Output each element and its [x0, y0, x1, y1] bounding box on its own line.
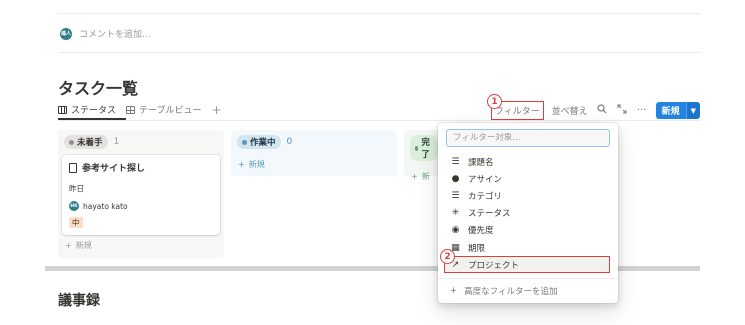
filter-option-priority[interactable]: ◉ 優先度: [438, 222, 618, 239]
annotation-badge-1: 1: [487, 94, 502, 109]
tab-label: ステータス: [71, 106, 117, 116]
annotation-badge-2: 2: [440, 249, 455, 264]
view-toolbar: フィルター 並べ替え ··· 新規 ▼: [490, 101, 700, 120]
avatar: 鳩人: [60, 27, 72, 40]
assignee-name: hayato kato: [83, 201, 128, 211]
add-card-label: 新規: [248, 160, 265, 169]
column-count: 1: [113, 137, 120, 147]
filter-option-label: プロジェクト: [468, 260, 520, 271]
filter-search-input[interactable]: [453, 133, 603, 143]
status-badge-label: 作業中: [250, 138, 276, 148]
table-icon: [126, 105, 136, 114]
comment-row[interactable]: 鳩人 コメントを追加...: [60, 27, 151, 40]
filter-option-category[interactable]: ☰ カテゴリ: [438, 187, 618, 204]
add-view-icon[interactable]: +: [211, 104, 221, 116]
view-tabs: ステータス テーブルビュー +: [58, 103, 222, 116]
plus-icon: +: [450, 286, 458, 297]
filter-dropdown: ☰ 課題名 ● アサイン ☰ カテゴリ ✳ ステータス ◉ 優先度 ▦ 期限 ↗…: [438, 123, 618, 303]
filter-option-label: 優先度: [468, 226, 494, 237]
status-badge: 完了: [410, 135, 438, 161]
comment-placeholder[interactable]: コメントを追加...: [79, 27, 151, 40]
plus-icon: +: [411, 172, 418, 181]
filter-option-title[interactable]: ☰ 課題名: [438, 153, 618, 170]
sort-button[interactable]: 並べ替え: [552, 104, 588, 117]
status-badge: 未着手: [64, 135, 108, 149]
list-icon: ☰: [451, 156, 460, 167]
status-badge-label: 完了: [421, 138, 430, 160]
column-header[interactable]: 作業中 0: [231, 130, 397, 154]
filter-option-label: 課題名: [468, 157, 494, 168]
add-card-label: 新: [421, 172, 430, 181]
filter-option-project[interactable]: ↗ プロジェクト: [444, 256, 610, 274]
status-dot-icon: [242, 139, 247, 145]
divider: [58, 13, 700, 14]
filter-option-due-date[interactable]: ▦ 期限: [438, 239, 618, 256]
section-title: 議事録: [58, 293, 100, 309]
page-title: タスク一覧: [58, 79, 139, 98]
filter-option-label: カテゴリ: [468, 191, 503, 202]
board-icon: [58, 105, 67, 114]
tab-table-view[interactable]: テーブルビュー: [126, 103, 201, 116]
card-date: 昨日: [69, 184, 84, 193]
target-icon: ◉: [451, 225, 460, 236]
card-title-row: 参考サイト探し: [69, 161, 213, 174]
card-title: 参考サイト探し: [82, 164, 146, 174]
avatar: HK: [69, 201, 79, 211]
divider: [58, 52, 700, 53]
person-icon: ●: [451, 173, 460, 184]
plus-icon: +: [65, 241, 72, 250]
search-icon[interactable]: [596, 104, 608, 117]
divider: [438, 278, 618, 280]
board-card[interactable]: 参考サイト探し 昨日 HK hayato kato 中: [62, 155, 220, 235]
add-advanced-filter-label: 高度なフィルターを追加: [464, 287, 558, 298]
add-card-button[interactable]: + 新規: [58, 235, 224, 256]
board-column-in-progress: 作業中 0 + 新規: [231, 130, 397, 176]
status-badge: 作業中: [237, 135, 281, 149]
filter-option-label: 期限: [468, 243, 486, 254]
status-icon: ✳: [451, 208, 460, 219]
column-count: 0: [286, 137, 293, 147]
status-dot-icon: [415, 145, 419, 151]
document-icon: [69, 162, 77, 173]
chevron-down-icon[interactable]: ▼: [685, 102, 700, 119]
divider: [58, 120, 700, 121]
filter-search-field[interactable]: [446, 129, 610, 147]
plus-icon: +: [238, 160, 245, 169]
tab-label: テーブルビュー: [139, 106, 202, 116]
card-assignee: HK hayato kato: [69, 201, 213, 211]
column-header[interactable]: 未着手 1: [58, 130, 224, 154]
board-column-not-started: 未着手 1 参考サイト探し 昨日 HK hayato kato 中 + 新規: [58, 130, 224, 258]
tab-status[interactable]: ステータス: [58, 103, 116, 116]
status-badge-label: 未着手: [77, 138, 103, 148]
add-card-button[interactable]: + 新規: [231, 154, 397, 175]
more-icon[interactable]: ···: [636, 105, 648, 116]
add-card-label: 新規: [75, 241, 92, 250]
filter-option-assignee[interactable]: ● アサイン: [438, 170, 618, 187]
list-icon: ☰: [451, 190, 460, 201]
filter-option-label: ステータス: [468, 209, 511, 220]
priority-badge: 中: [69, 217, 83, 228]
filter-option-status[interactable]: ✳ ステータス: [438, 205, 618, 222]
add-advanced-filter-button[interactable]: + 高度なフィルターを追加: [438, 285, 618, 297]
status-dot-icon: [69, 139, 74, 145]
new-button[interactable]: 新規 ▼: [655, 102, 700, 119]
new-button-label[interactable]: 新規: [655, 102, 686, 119]
filter-option-label: アサイン: [468, 174, 503, 185]
expand-icon[interactable]: [616, 104, 628, 117]
